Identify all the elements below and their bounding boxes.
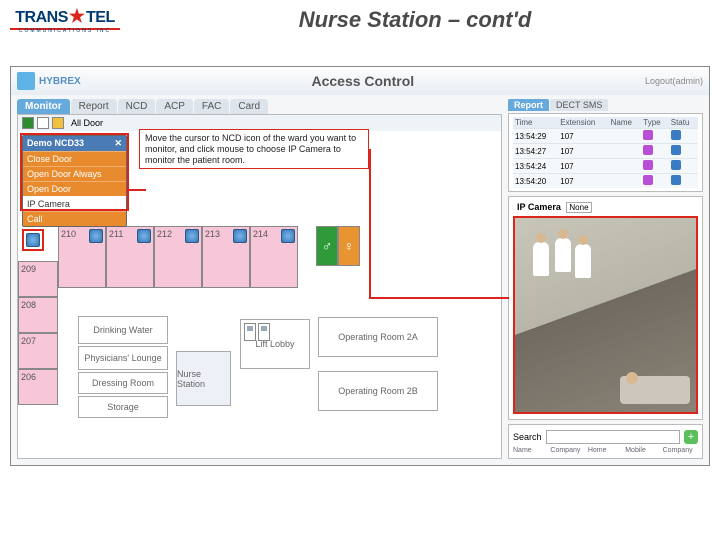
col-status: Statu [669,117,698,129]
col-time: Time [513,117,558,129]
elevator-icon [244,323,256,341]
room-212[interactable]: 212 [154,226,202,288]
lock-icon [643,145,653,155]
tab-report[interactable]: Report [71,99,117,114]
room-207[interactable]: 207 [18,333,58,369]
log-row[interactable]: 13:54:27107 [513,144,698,159]
room-211[interactable]: 211 [106,226,154,288]
tab-card[interactable]: Card [230,99,268,114]
menu-highlight-outline [20,133,129,211]
room-210[interactable]: 210 [58,226,106,288]
col-ext: Extension [558,117,608,129]
menu-call[interactable]: Call [23,211,126,226]
logo: TRANS ★ TEL COMMUNICATIONS INC [10,6,120,34]
person-icon [533,242,549,276]
arrow-line [369,297,509,299]
area-physicians-lounge: Physicians' Lounge [78,346,168,370]
ncd-icon[interactable] [281,229,295,243]
person-icon [555,238,571,272]
search-label: Search [513,432,542,442]
log-row[interactable]: 13:54:24107 [513,159,698,174]
status-icon [671,160,681,170]
event-log-table: Time Extension Name Type Statu 13:54:291… [513,117,698,188]
area-op-2b: Operating Room 2B [318,371,438,411]
logo-trans: TRANS [15,9,68,27]
col-name: Name [609,117,642,129]
status-icon [671,175,681,185]
status-blank-icon[interactable] [37,117,49,129]
ncd-icon[interactable] [89,229,103,243]
rtab-report[interactable]: Report [508,99,549,111]
tab-ncd[interactable]: NCD [118,99,156,114]
tab-monitor[interactable]: Monitor [17,99,70,114]
ncd-icon[interactable] [137,229,151,243]
status-icon [671,130,681,140]
search-panel: Search + Name Company Home Mobile Compan… [508,424,703,459]
area-storage: Storage [78,396,168,418]
rtab-dect-sms[interactable]: DECT SMS [550,99,608,111]
status-green-icon[interactable] [22,117,34,129]
logo-tel: TEL [86,9,115,27]
alldoor-label[interactable]: All Door [71,118,103,128]
elevator-icon [258,323,270,341]
ipcamera-label: IP Camera [517,202,561,212]
status-yellow-icon[interactable] [52,117,64,129]
floorplan[interactable]: Demo NCD33✕ Close Door Open Door Always … [18,131,501,456]
tab-acp[interactable]: ACP [156,99,193,114]
log-row[interactable]: 13:54:20107 [513,174,698,189]
logo-star-icon: ★ [69,6,85,27]
logo-subtitle: COMMUNICATIONS INC [19,28,111,34]
instruction-callout: Move the cursor to NCD icon of the ward … [139,129,369,169]
app-icon [17,72,35,90]
log-row[interactable]: 13:54:29107 [513,129,698,144]
area-nurse-station: Nurse Station [176,351,231,406]
person-icon [575,244,591,278]
area-dressing-room: Dressing Room [78,372,168,394]
search-input[interactable] [546,430,680,444]
room-208[interactable]: 208 [18,297,58,333]
status-icon [671,145,681,155]
tab-fac[interactable]: FAC [194,99,229,114]
restroom-male-icon: ♂ [316,226,338,266]
ncd-icon[interactable] [185,229,199,243]
callout-arrow [126,189,146,191]
add-button[interactable]: + [684,430,698,444]
room-213[interactable]: 213 [202,226,250,288]
app-title: Access Control [81,73,645,89]
area-op-2a: Operating Room 2A [318,317,438,357]
app-window: HYBREX Access Control Logout(admin) Moni… [10,66,710,466]
area-drinking-water: Drinking Water [78,316,168,344]
ipcamera-panel: IP Camera None [508,196,703,420]
contact-headers: Name Company Home Mobile Company [513,446,698,455]
room-206[interactable]: 206 [18,369,58,405]
lock-icon [643,130,653,140]
ncd-highlight-outline [22,229,44,251]
camera-feed[interactable] [513,216,698,414]
room-209[interactable]: 209 [18,261,58,297]
logout-link[interactable]: Logout(admin) [645,76,703,86]
col-type: Type [641,117,668,129]
app-brand: HYBREX [39,76,81,87]
restroom-female-icon: ♀ [338,226,360,266]
patient-icon [626,372,638,384]
report-panel: Report DECT SMS Time Extension Name Type… [508,99,703,192]
room-214[interactable]: 214 [250,226,298,288]
lock-icon [643,160,653,170]
slide-title: Nurse Station – cont'd [120,7,710,33]
left-tabstrip: Monitor Report NCD ACP FAC Card [17,99,502,114]
ipcamera-select[interactable]: None [566,202,591,213]
ncd-icon[interactable] [233,229,247,243]
arrow-line [369,149,371,299]
lock-icon [643,175,653,185]
